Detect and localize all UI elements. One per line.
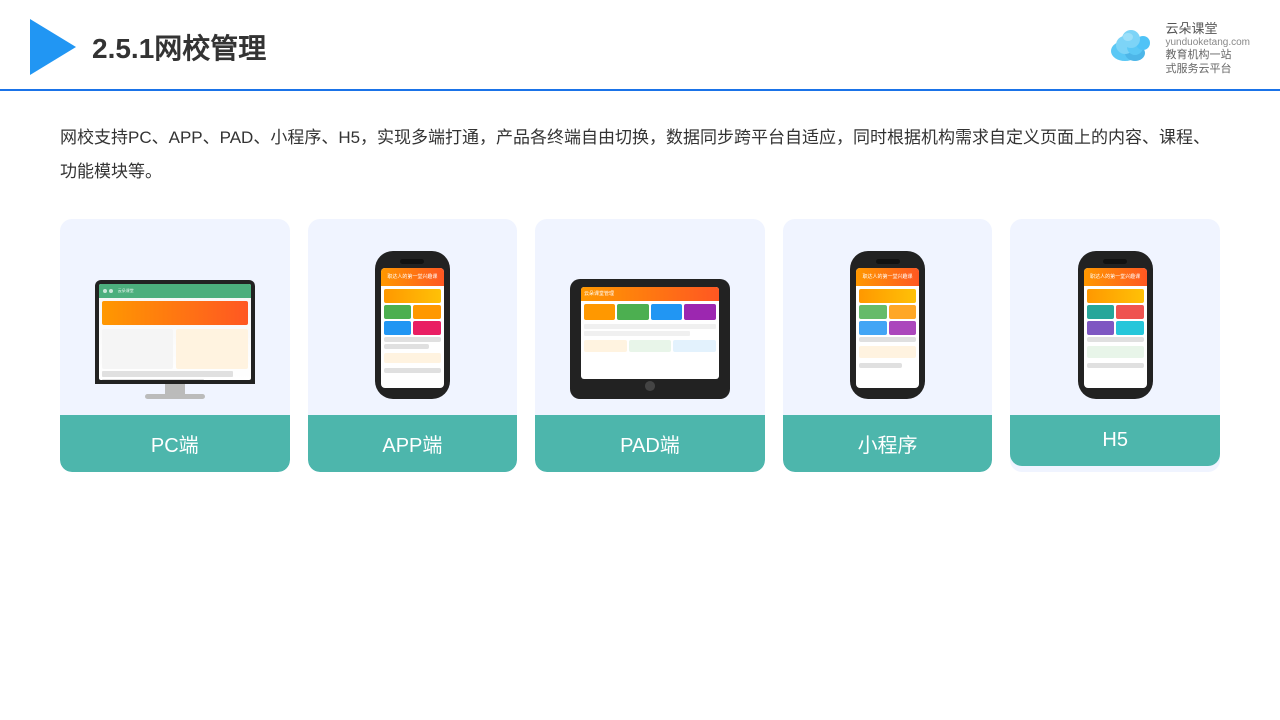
miniprogram-card: 职达人的第一堂兴趣课: [783, 219, 993, 472]
miniprogram-device: 职达人的第一堂兴趣课: [798, 239, 978, 399]
app-card: 职达人的第一堂兴趣课: [308, 219, 518, 472]
h5-phone: 职达人的第一堂兴趣课: [1078, 251, 1153, 399]
h5-card: 职达人的第一堂兴趣课: [1010, 219, 1220, 472]
brand-name: 云朵课堂: [1165, 18, 1217, 37]
brand-logo: 云朵课堂 yunduoketang.com 教育机构一站式服务云平台: [1105, 18, 1250, 77]
pad-device: 云朵课堂管理: [560, 239, 740, 399]
pc-monitor: 云朵课堂: [95, 280, 255, 399]
pc-card: 云朵课堂: [60, 219, 290, 472]
app-phone: 职达人的第一堂兴趣课: [375, 251, 450, 399]
pad-card: 云朵课堂管理: [535, 219, 765, 472]
miniprogram-label: 小程序: [783, 415, 993, 472]
main-content: 网校支持PC、APP、PAD、小程序、H5，实现多端打通，产品各终端自由切换，数…: [0, 91, 1280, 492]
h5-label: H5: [1010, 415, 1220, 466]
brand-tagline: 教育机构一站式服务云平台: [1165, 48, 1231, 77]
h5-device: 职达人的第一堂兴趣课: [1025, 239, 1205, 399]
app-device: 职达人的第一堂兴趣课: [322, 239, 502, 399]
header-left: 2.5.1网校管理: [30, 19, 266, 75]
header: 2.5.1网校管理 云朵课堂 yunduoketang.com 教育机构一站式服…: [0, 0, 1280, 91]
brand-text: 云朵课堂 yunduoketang.com 教育机构一站式服务云平台: [1165, 18, 1250, 77]
app-label: APP端: [308, 415, 518, 472]
miniprogram-phone: 职达人的第一堂兴趣课: [850, 251, 925, 399]
page-title: 2.5.1网校管理: [92, 27, 266, 67]
cloud-icon: [1105, 29, 1157, 65]
logo-triangle-icon: [30, 19, 76, 75]
brand-url: yunduoketang.com: [1165, 37, 1250, 48]
pad-tablet: 云朵课堂管理: [570, 279, 730, 399]
pc-device: 云朵课堂: [85, 239, 265, 399]
pc-label: PC端: [60, 415, 290, 472]
pad-label: PAD端: [535, 415, 765, 472]
description-text: 网校支持PC、APP、PAD、小程序、H5，实现多端打通，产品各终端自由切换，数…: [60, 121, 1220, 189]
cards-row: 云朵课堂: [60, 219, 1220, 472]
